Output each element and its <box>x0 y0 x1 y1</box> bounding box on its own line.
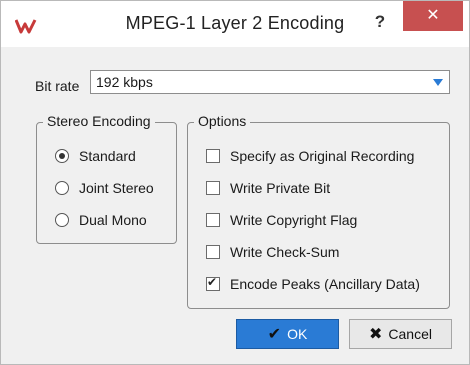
cross-icon: ✖ <box>369 326 383 343</box>
radio-dual-mono[interactable]: Dual Mono <box>55 210 147 230</box>
title-bar: MPEG-1 Layer 2 Encoding ? ✕ <box>1 1 469 47</box>
bitrate-select[interactable]: 192 kbps <box>90 70 450 94</box>
checkbox-original-recording[interactable]: Specify as Original Recording <box>206 146 414 166</box>
options-title: Options <box>194 113 251 129</box>
checkbox-label-original-recording: Specify as Original Recording <box>230 148 415 164</box>
ok-label: OK <box>287 326 308 342</box>
cancel-label: Cancel <box>388 326 432 342</box>
checkbox-check-sum[interactable]: Write Check-Sum <box>206 242 339 262</box>
window-title: MPEG-1 Layer 2 Encoding <box>125 13 345 33</box>
checkbox-encode-peaks[interactable]: Encode Peaks (Ancillary Data) <box>206 274 420 294</box>
radio-label-standard: Standard <box>79 148 136 164</box>
radio-button[interactable] <box>55 213 69 227</box>
stereo-encoding-group: Stereo Encoding Standard Joint Stereo Du… <box>36 113 177 244</box>
checkbox-label-private-bit: Write Private Bit <box>230 180 331 196</box>
checkbox[interactable] <box>206 245 220 259</box>
checkbox-private-bit[interactable]: Write Private Bit <box>206 178 330 198</box>
checkbox-copyright-flag[interactable]: Write Copyright Flag <box>206 210 357 230</box>
cancel-button[interactable]: ✖ Cancel <box>349 319 452 349</box>
radio-standard[interactable]: Standard <box>55 146 136 166</box>
radio-button[interactable] <box>55 181 69 195</box>
checkbox-label-copyright-flag: Write Copyright Flag <box>230 212 358 228</box>
options-group: Options Specify as Original Recording Wr… <box>187 113 450 309</box>
close-button[interactable]: ✕ <box>403 1 463 31</box>
radio-label-joint-stereo: Joint Stereo <box>79 180 154 196</box>
bitrate-label: Bit rate <box>35 78 80 94</box>
checkmark-icon: ✔ <box>267 326 282 343</box>
stereo-encoding-title: Stereo Encoding <box>43 113 155 129</box>
checkbox[interactable] <box>206 181 220 195</box>
checkbox[interactable] <box>206 149 220 163</box>
bitrate-value: 192 kbps <box>96 74 153 90</box>
checkbox-checked[interactable] <box>206 275 220 291</box>
radio-label-dual-mono: Dual Mono <box>79 212 147 228</box>
radio-joint-stereo[interactable]: Joint Stereo <box>55 178 154 198</box>
radio-button-checked[interactable] <box>55 149 69 163</box>
checkbox[interactable] <box>206 213 220 227</box>
dropdown-arrow-icon[interactable] <box>433 79 443 86</box>
checkbox-label-check-sum: Write Check-Sum <box>230 244 340 260</box>
ok-button[interactable]: ✔ OK <box>236 319 339 349</box>
help-button[interactable]: ? <box>367 9 393 35</box>
dialog-window: MPEG-1 Layer 2 Encoding ? ✕ Bit rate 192… <box>0 0 470 365</box>
checkbox-label-encode-peaks: Encode Peaks (Ancillary Data) <box>230 276 420 292</box>
